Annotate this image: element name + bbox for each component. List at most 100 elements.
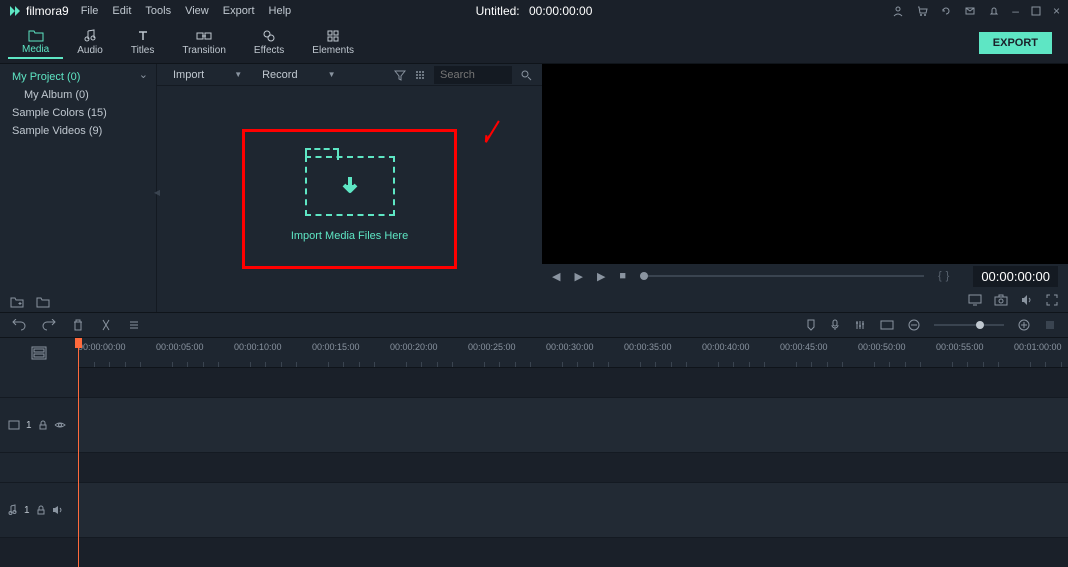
track-header-video: 1 [0,398,78,452]
export-button[interactable]: EXPORT [979,32,1052,54]
titlebar: filmora9 File Edit Tools View Export Hel… [0,0,1068,22]
video-track-number: 1 [26,420,32,431]
ruler-tick: 00:00:25:00 [468,342,516,352]
timeline-ruler[interactable]: 00:00:00:0000:00:05:0000:00:10:0000:00:1… [78,338,1068,368]
preview-panel: ◀ ▶ ▶ ■ { } 00:00:00:00 [542,64,1068,312]
sidebar-bottom-icons [0,292,156,312]
media-panel: Import ▼ Record ▼ Import Media Files Her… [156,64,542,312]
marker-icon[interactable] [806,319,816,331]
folder-icon-small[interactable] [36,296,50,308]
minimize-icon[interactable]: – [1012,4,1019,18]
lock-icon[interactable] [36,505,46,515]
grid-view-icon[interactable] [414,69,426,81]
import-dropdown[interactable]: Import ▼ [167,69,248,81]
undo-icon[interactable] [12,319,26,331]
search-icon[interactable] [520,69,532,81]
split-icon[interactable] [100,319,112,331]
sidebar-item-samplecolors[interactable]: Sample Colors (15) [0,104,156,122]
title-text: Untitled: [476,4,520,18]
menu-export[interactable]: Export [223,5,255,17]
track-row-spacer2 [0,453,1068,483]
sidebar-item-samplevideos[interactable]: Sample Videos (9) [0,122,156,140]
progress-bar[interactable] [640,275,924,277]
maximize-icon[interactable] [1031,6,1041,16]
timeline-toolbar [0,312,1068,338]
account-icon[interactable] [892,5,904,17]
cart-icon[interactable] [916,5,928,17]
window-controls: – × [892,4,1060,18]
zoom-slider[interactable] [934,324,1004,326]
music-icon [83,29,97,43]
tab-audio[interactable]: Audio [63,27,117,58]
mark-out-icon[interactable]: } [946,270,950,282]
record-dropdown[interactable]: Record ▼ [256,69,341,81]
tab-titles[interactable]: Titles [117,27,169,58]
sidebar-item-myalbum[interactable]: My Album (0) [0,86,156,104]
track-area-video[interactable] [78,398,1068,452]
import-drop-zone[interactable]: Import Media Files Here [242,129,457,269]
track-area-spacer[interactable] [78,368,1068,397]
zoom-in-icon[interactable] [1018,319,1030,331]
ruler-tick: 00:00:15:00 [312,342,360,352]
transport-controls: ◀ ▶ ▶ ■ { } 00:00:00:00 [542,264,1068,288]
arrow-down-icon [337,173,363,199]
zoom-out-icon[interactable] [908,319,920,331]
menu-file[interactable]: File [81,5,99,17]
mic-icon[interactable] [830,319,840,331]
close-icon[interactable]: × [1053,4,1060,18]
add-folder-icon[interactable] [10,296,24,308]
prev-frame-icon[interactable]: ◀ [552,270,560,283]
folder-icon [28,28,44,42]
zoom-thumb[interactable] [976,321,984,329]
ruler-tick: 00:00:35:00 [624,342,672,352]
refresh-icon[interactable] [940,5,952,17]
menu-help[interactable]: Help [269,5,292,17]
title-timecode: 00:00:00:00 [529,4,592,18]
redo-icon[interactable] [42,319,56,331]
lock-icon[interactable] [38,420,48,430]
aspect-icon[interactable] [880,320,894,330]
stop-icon[interactable]: ■ [619,270,626,282]
eye-icon[interactable] [54,421,66,429]
chevron-down-icon: ▼ [234,70,242,79]
display-icon[interactable] [968,294,982,306]
fullscreen-icon[interactable] [1046,294,1058,306]
import-label: Import [173,69,204,81]
menu-edit[interactable]: Edit [112,5,131,17]
track-area-spacer2[interactable] [78,453,1068,482]
mark-in-icon[interactable]: { [938,270,942,282]
preview-screen[interactable] [542,64,1068,264]
transition-icon [196,29,212,43]
tab-elements-label: Elements [312,45,354,56]
play-backward-icon[interactable]: ▶ [574,270,582,283]
manage-tracks-button[interactable] [0,338,78,368]
mute-icon[interactable] [52,505,64,515]
edit-tools-icon[interactable] [128,319,140,331]
delete-icon[interactable] [72,319,84,331]
app-name: filmora9 [26,4,69,18]
zoom-fit-icon[interactable] [1044,319,1056,331]
search-input[interactable] [434,66,512,84]
volume-icon[interactable] [1020,294,1034,306]
chevron-down-icon[interactable]: ⌄ [139,68,148,81]
tab-elements[interactable]: Elements [298,27,368,58]
text-icon [136,29,150,43]
tab-transition[interactable]: Transition [168,27,240,58]
filter-icon[interactable] [394,69,406,81]
tab-effects[interactable]: Effects [240,27,298,58]
play-icon[interactable]: ▶ [597,270,605,283]
snapshot-icon[interactable] [994,294,1008,306]
playhead[interactable] [78,338,79,567]
tab-transition-label: Transition [182,45,226,56]
ruler-tick: 00:00:50:00 [858,342,906,352]
sidebar-item-myproject[interactable]: My Project (0) [0,68,156,86]
menu-tools[interactable]: Tools [145,5,171,17]
mixer-icon[interactable] [854,319,866,331]
track-row-video: 1 [0,398,1068,453]
progress-thumb[interactable] [640,272,648,280]
track-area-audio[interactable] [78,483,1068,537]
mail-icon[interactable] [964,5,976,17]
menu-view[interactable]: View [185,5,209,17]
notification-icon[interactable] [988,5,1000,17]
tab-media[interactable]: Media [8,26,63,59]
